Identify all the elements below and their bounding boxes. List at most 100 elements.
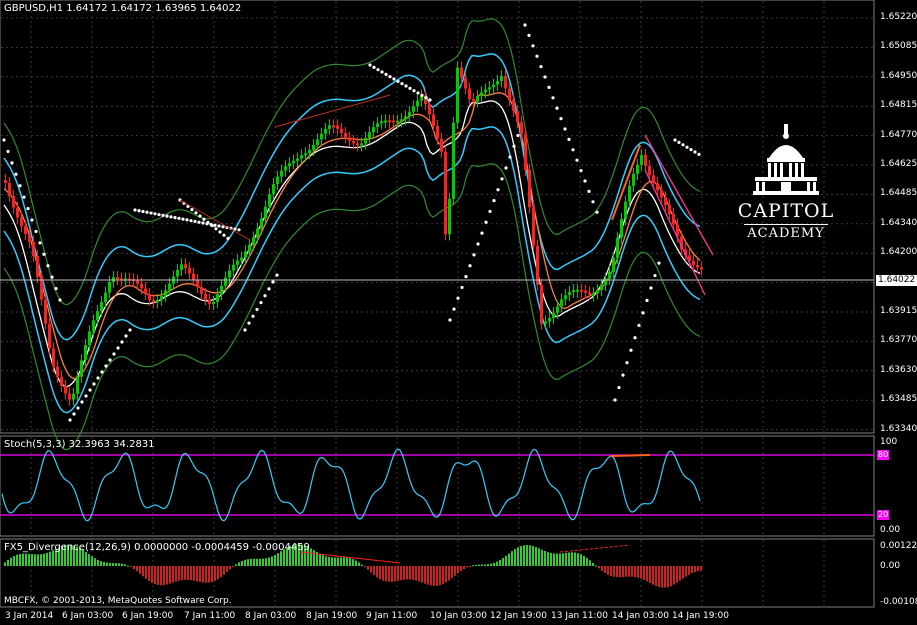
chart-canvas[interactable] (0, 0, 917, 625)
candle-body (496, 81, 499, 85)
divergence-bar (85, 551, 87, 566)
candle-body (100, 302, 103, 312)
candle-body (44, 299, 47, 324)
candle-body (220, 285, 223, 295)
divergence-bar (223, 566, 225, 575)
divergence-bar (559, 553, 561, 566)
sar-dot (412, 89, 416, 93)
candle-body (600, 285, 603, 290)
sar-dot (222, 233, 226, 237)
candle-body (588, 292, 591, 295)
divergence-bar (178, 566, 180, 581)
sar-dot (587, 189, 591, 193)
candle-body (672, 214, 675, 225)
price-axis-label: 1.63340 (880, 423, 917, 434)
divergence-bar (379, 566, 381, 580)
time-axis-label: 10 Jan 03:00 (430, 611, 487, 621)
divergence-bar (412, 566, 414, 580)
divergence-bar (49, 551, 51, 566)
sar-dot (472, 253, 476, 257)
sar-dot (376, 68, 380, 72)
candle-body (632, 173, 635, 186)
stoch-header: Stoch(5,3,3) 32.3963 34.2831 (4, 439, 155, 450)
divergence-bar (613, 566, 615, 577)
sar-dot (42, 252, 46, 256)
candle-body (168, 283, 171, 291)
sar-dot (112, 352, 116, 356)
divergence-bar (100, 561, 102, 566)
candle-body (20, 217, 23, 227)
stoch-panel[interactable] (0, 435, 875, 537)
candle-body (136, 280, 139, 284)
divergence-bar (415, 566, 417, 581)
sar-dot (464, 274, 468, 279)
candle-body (372, 127, 375, 133)
divergence-bar (394, 566, 396, 582)
sar-dot (218, 230, 222, 234)
divergence-bar (670, 566, 672, 587)
sar-dot (18, 184, 22, 188)
time-axis-label: 9 Jan 11:00 (366, 611, 418, 621)
candle-body (376, 123, 379, 128)
sar-dot (392, 77, 396, 81)
sar-dot (512, 144, 516, 148)
sar-dot (80, 400, 84, 404)
divergence-bar (406, 566, 408, 580)
divergence-bar (643, 566, 645, 580)
sar-dot (579, 169, 583, 173)
sar-dot (233, 227, 237, 231)
candle-body (628, 185, 631, 202)
sar-dot (539, 65, 543, 69)
divergence-bar (400, 566, 402, 581)
sar-dot (251, 314, 255, 318)
divergence-bar (499, 559, 501, 566)
divergence-bar (517, 547, 519, 566)
candle-body (428, 104, 431, 115)
sar-dot (38, 241, 42, 245)
candle-body (612, 257, 615, 272)
divergence-bar (46, 552, 48, 566)
candle-body (224, 277, 227, 286)
candle-body (76, 376, 79, 394)
candle-body (464, 78, 467, 89)
sar-dot (384, 72, 388, 76)
candle-body (644, 155, 647, 166)
candle-body (256, 228, 259, 238)
sar-dot (100, 370, 104, 374)
sar-dot (96, 376, 100, 380)
candle-body (416, 100, 419, 107)
candle-body (324, 128, 327, 134)
candle-body (140, 283, 143, 289)
candle-body (52, 348, 55, 367)
candle-body (392, 120, 395, 123)
divergence-bar (31, 554, 33, 566)
divergence-bar (349, 558, 351, 566)
sar-dot (516, 133, 520, 138)
divergence-bar (409, 566, 411, 580)
divergence-bar (556, 553, 558, 566)
divergence-bar (535, 547, 537, 566)
divergence-bar (262, 558, 264, 566)
candle-body (164, 290, 167, 296)
candle-body (148, 294, 151, 301)
candle-body (524, 134, 527, 171)
divergence-bar (679, 566, 681, 581)
candle-body (12, 195, 15, 208)
sar-dot (275, 273, 279, 277)
candle-body (56, 366, 59, 377)
divergence-bar (451, 566, 453, 579)
divergence-bar (121, 563, 123, 566)
divergence-bar (553, 553, 555, 566)
candle-body (444, 151, 447, 235)
divergence-bar (466, 566, 468, 568)
candle-body (548, 317, 551, 322)
price-axis-label: 1.65220 (880, 12, 917, 22)
sar-dot (388, 75, 392, 79)
sar-dot (547, 85, 551, 89)
sar-dot (571, 148, 575, 152)
sar-dot (6, 149, 10, 154)
sar-dot (243, 328, 247, 332)
divergence-bar (475, 564, 477, 566)
divergence-bar (430, 566, 432, 586)
sar-dot (408, 86, 412, 90)
